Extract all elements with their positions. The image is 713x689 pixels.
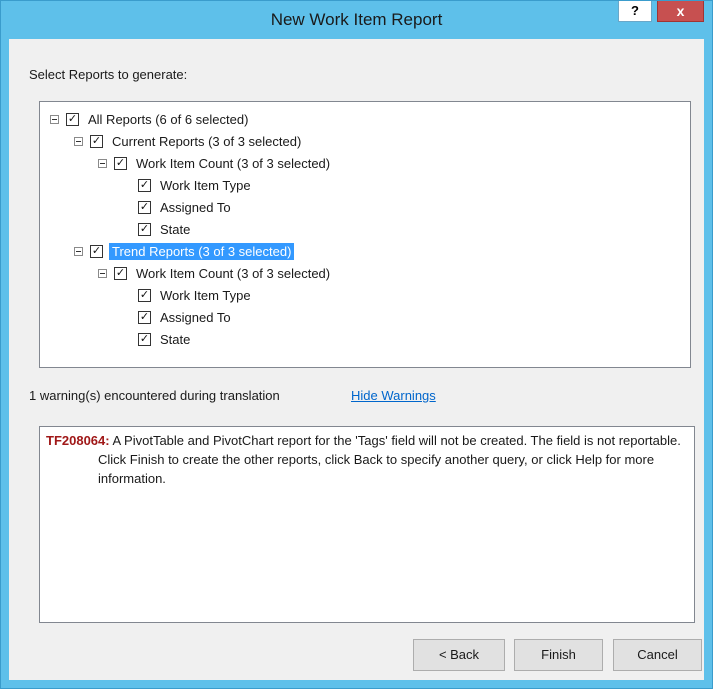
tree-row-trend-reports: ✓ Trend Reports (3 of 3 selected) [74, 241, 295, 261]
tree-row-assigned-to: ✓ Assigned To [138, 307, 234, 327]
finish-button[interactable]: Finish [514, 639, 603, 671]
checkbox-work-item-count[interactable]: ✓ [114, 156, 127, 170]
tree-item-label[interactable]: All Reports (6 of 6 selected) [85, 111, 251, 128]
warning-status-text: 1 warning(s) encountered during translat… [29, 388, 280, 403]
checkbox-state[interactable]: ✓ [138, 332, 151, 346]
tree-row-state: ✓ State [138, 329, 193, 349]
collapse-icon[interactable] [50, 114, 59, 124]
collapse-icon[interactable] [74, 136, 83, 146]
tree-item-label[interactable]: Assigned To [157, 309, 234, 326]
checkbox-trend-reports[interactable]: ✓ [90, 244, 103, 258]
reports-tree[interactable]: ✓ All Reports (6 of 6 selected) ✓ Curren… [39, 101, 691, 368]
hide-warnings-link[interactable]: Hide Warnings [351, 388, 436, 403]
warnings-box[interactable]: TF208064: A PivotTable and PivotChart re… [39, 426, 695, 623]
tree-item-label[interactable]: Work Item Type [157, 287, 254, 304]
warning-message: TF208064: A PivotTable and PivotChart re… [46, 431, 688, 488]
checkbox-work-item-count[interactable]: ✓ [114, 266, 127, 280]
tree-item-label[interactable]: State [157, 221, 193, 238]
tree-item-label[interactable]: Assigned To [157, 199, 234, 216]
checkbox-state[interactable]: ✓ [138, 222, 151, 236]
cancel-button[interactable]: Cancel [613, 639, 702, 671]
tree-row-state: ✓ State [138, 219, 193, 239]
tree-row-work-item-count-trend: ✓ Work Item Count (3 of 3 selected) [98, 263, 333, 283]
checkbox-all-reports[interactable]: ✓ [66, 112, 79, 126]
tree-row-assigned-to: ✓ Assigned To [138, 197, 234, 217]
select-reports-label: Select Reports to generate: [29, 67, 188, 82]
tree-row-work-item-type: ✓ Work Item Type [138, 285, 254, 305]
warning-code: TF208064: [46, 433, 110, 448]
tree-item-label[interactable]: Work Item Count (3 of 3 selected) [133, 155, 333, 172]
tree-item-label[interactable]: Trend Reports (3 of 3 selected) [109, 242, 295, 260]
tree-item-label[interactable]: Current Reports (3 of 3 selected) [109, 133, 304, 150]
tree-item-label[interactable]: Work Item Count (3 of 3 selected) [133, 265, 333, 282]
checkbox-assigned-to[interactable]: ✓ [138, 200, 151, 214]
collapse-icon[interactable] [74, 246, 83, 256]
dialog-body: Select Reports to generate: ✓ All Report… [9, 39, 704, 680]
collapse-icon[interactable] [98, 158, 107, 168]
tree-item-label[interactable]: State [157, 331, 193, 348]
tree-row-all-reports: ✓ All Reports (6 of 6 selected) [50, 109, 251, 129]
tree-row-work-item-type: ✓ Work Item Type [138, 175, 254, 195]
help-button[interactable]: ? [618, 1, 652, 22]
checkbox-assigned-to[interactable]: ✓ [138, 310, 151, 324]
warning-text: A PivotTable and PivotChart report for t… [98, 433, 681, 486]
tree-row-work-item-count-current: ✓ Work Item Count (3 of 3 selected) [98, 153, 333, 173]
back-button[interactable]: < Back [413, 639, 505, 671]
checkbox-work-item-type[interactable]: ✓ [138, 288, 151, 302]
checkbox-current-reports[interactable]: ✓ [90, 134, 103, 148]
collapse-icon[interactable] [98, 268, 107, 278]
tree-row-current-reports: ✓ Current Reports (3 of 3 selected) [74, 131, 304, 151]
window-title: New Work Item Report [270, 10, 443, 29]
title-bar[interactable]: New Work Item Report ? x [1, 1, 712, 39]
tree-item-label[interactable]: Work Item Type [157, 177, 254, 194]
checkbox-work-item-type[interactable]: ✓ [138, 178, 151, 192]
dialog-window: New Work Item Report ? x Select Reports … [0, 0, 713, 689]
close-button[interactable]: x [657, 1, 704, 22]
